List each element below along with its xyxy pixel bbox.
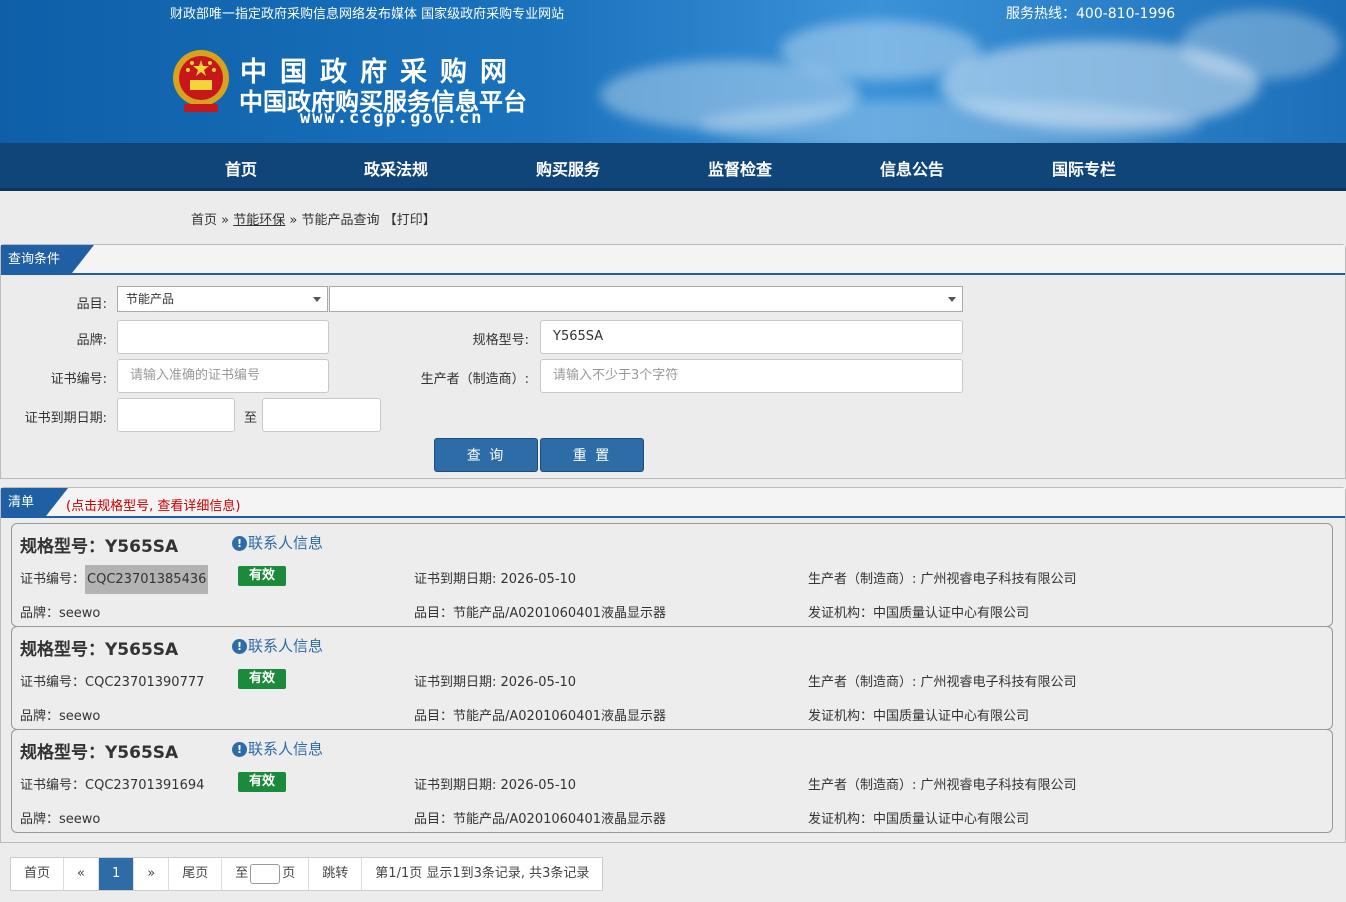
date-range-to-label: 至 <box>243 411 257 426</box>
brand: 品牌：seewo <box>20 709 101 724</box>
goto-page-input[interactable] <box>250 863 281 884</box>
search-button[interactable]: 查 询 <box>434 438 538 472</box>
brand-label: 品牌: <box>76 333 107 348</box>
site-url: www.ccgp.gov.cn <box>300 108 484 128</box>
cert-number-input[interactable]: 请输入准确的证书编号 <box>117 359 329 393</box>
expire-date-to-input[interactable] <box>262 398 381 432</box>
cert-number: 证书编号：CQC23701391694 <box>20 778 205 793</box>
category: 品目：节能产品/A0201060401液晶显示器 <box>414 606 666 621</box>
category-select[interactable]: 节能产品 <box>117 286 328 312</box>
reset-button[interactable]: 重 置 <box>540 438 644 472</box>
maker-label: 生产者（制造商）: <box>420 372 529 387</box>
expire-date: 证书到期日期: 2026-05-10 <box>414 572 577 587</box>
expire-date: 证书到期日期: 2026-05-10 <box>414 675 577 690</box>
jump-button[interactable]: 跳转 <box>309 858 363 890</box>
header-banner: 财政部唯一指定政府采购信息网络发布媒体 国家级政府采购专业网站 服务热线：400… <box>0 0 1346 143</box>
brand: 品牌：seewo <box>20 606 101 621</box>
nav-item-international[interactable]: 国际专栏 <box>1052 156 1116 180</box>
status-badge: 有效 <box>238 669 286 689</box>
list-tab: 清单 <box>1 488 68 516</box>
model-label: 规格型号: <box>472 333 529 348</box>
breadcrumb-section[interactable]: 节能环保 <box>233 213 285 228</box>
last-page-button[interactable]: 尾页 <box>169 858 223 890</box>
contact-info-link[interactable]: ! 联系人信息 <box>232 738 323 759</box>
manufacturer: 生产者（制造商）: 广州视睿电子科技有限公司 <box>808 572 1077 587</box>
goto-page: 至页 <box>222 858 310 890</box>
page-summary: 第1/1页 显示1到3条记录, 共3条记录 <box>375 866 590 881</box>
header-slogan: 财政部唯一指定政府采购信息网络发布媒体 国家级政府采购专业网站 <box>170 7 565 22</box>
contact-info-link[interactable]: ! 联系人信息 <box>232 532 323 553</box>
nav-item-supervision[interactable]: 监督检查 <box>708 156 772 180</box>
page-1-button[interactable]: 1 <box>98 858 135 890</box>
contact-info-link[interactable]: ! 联系人信息 <box>232 635 323 656</box>
cert-number: 证书编号： CQC23701385436 <box>20 565 209 594</box>
status-badge: 有效 <box>238 566 286 586</box>
brand: 品牌：seewo <box>20 812 101 827</box>
issuer: 发证机构：中国质量认证中心有限公司 <box>808 709 1030 724</box>
breadcrumb-separator: » <box>289 213 298 228</box>
nav-item-purchase-services[interactable]: 购买服务 <box>536 156 600 180</box>
maker-input[interactable]: 请输入不少于3个字符 <box>540 359 963 393</box>
cert-label: 证书编号: <box>50 372 107 387</box>
prev-page-button[interactable]: « <box>64 858 99 890</box>
result-card: 规格型号：Y565SA ! 联系人信息 证书编号：CQC23701390777 有… <box>11 626 1333 730</box>
breadcrumb-current: 节能产品查询 <box>301 213 380 228</box>
brand-input[interactable] <box>117 320 329 354</box>
status-badge: 有效 <box>238 772 286 792</box>
breadcrumb: 首页 » 节能环保 » 节能产品查询 【打印】 <box>191 209 436 228</box>
pagination: 首页 « 1 » 尾页 至页 跳转 第1/1页 显示1到3条记录, 共3条记录 <box>10 857 604 891</box>
model-input[interactable]: Y565SA <box>540 320 963 354</box>
result-card: 规格型号：Y565SA ! 联系人信息 证书编号：CQC23701391694 有… <box>11 729 1333 833</box>
chevron-down-icon <box>948 297 956 302</box>
issuer: 发证机构：中国质量认证中心有限公司 <box>808 606 1030 621</box>
next-page-button[interactable]: » <box>134 858 170 890</box>
info-icon: ! <box>232 742 247 757</box>
model-title-link[interactable]: 规格型号：Y565SA <box>20 738 178 763</box>
category: 品目：节能产品/A0201060401液晶显示器 <box>414 709 666 724</box>
info-icon: ! <box>232 639 247 654</box>
breadcrumb-separator: » <box>221 213 230 228</box>
category: 品目：节能产品/A0201060401液晶显示器 <box>414 812 666 827</box>
expire-date-label: 证书到期日期: <box>24 411 107 426</box>
manufacturer: 生产者（制造商）: 广州视睿电子科技有限公司 <box>808 675 1077 690</box>
cert-number: 证书编号：CQC23701390777 <box>20 675 205 690</box>
nav-item-regulations[interactable]: 政采法规 <box>364 156 428 180</box>
model-title-link[interactable]: 规格型号：Y565SA <box>20 635 178 660</box>
model-title-link[interactable]: 规格型号：Y565SA <box>20 532 178 557</box>
main-nav: 首页 政采法规 购买服务 监督检查 信息公告 国际专栏 <box>0 143 1346 191</box>
issuer: 发证机构：中国质量认证中心有限公司 <box>808 812 1030 827</box>
first-page-button[interactable]: 首页 <box>11 858 65 890</box>
info-icon: ! <box>232 536 247 551</box>
result-card: 规格型号：Y565SA ! 联系人信息 证书编号： CQC23701385436 有… <box>11 523 1333 627</box>
nav-item-home[interactable]: 首页 <box>225 156 257 180</box>
category-label: 品目: <box>76 297 107 312</box>
national-emblem-icon <box>173 50 229 112</box>
subcategory-select[interactable] <box>329 286 963 312</box>
query-tab: 查询条件 <box>1 245 94 273</box>
query-panel: 查询条件 品目: 节能产品 品牌: 规格型号: Y565SA 证书编号: 请输入… <box>0 244 1346 479</box>
expire-date-from-input[interactable] <box>117 398 235 432</box>
print-link[interactable]: 【打印】 <box>384 213 436 228</box>
service-hotline: 服务热线：400-810-1996 <box>1006 6 1176 22</box>
manufacturer: 生产者（制造商）: 广州视睿电子科技有限公司 <box>808 778 1077 793</box>
list-hint: (点击规格型号, 查看详细信息) <box>66 499 241 514</box>
breadcrumb-home[interactable]: 首页 <box>191 213 217 228</box>
chevron-down-icon <box>313 297 321 302</box>
expire-date: 证书到期日期: 2026-05-10 <box>414 778 577 793</box>
nav-item-announcements[interactable]: 信息公告 <box>880 156 944 180</box>
result-list-panel: 清单 (点击规格型号, 查看详细信息) 规格型号：Y565SA ! 联系人信息 证… <box>0 487 1346 843</box>
